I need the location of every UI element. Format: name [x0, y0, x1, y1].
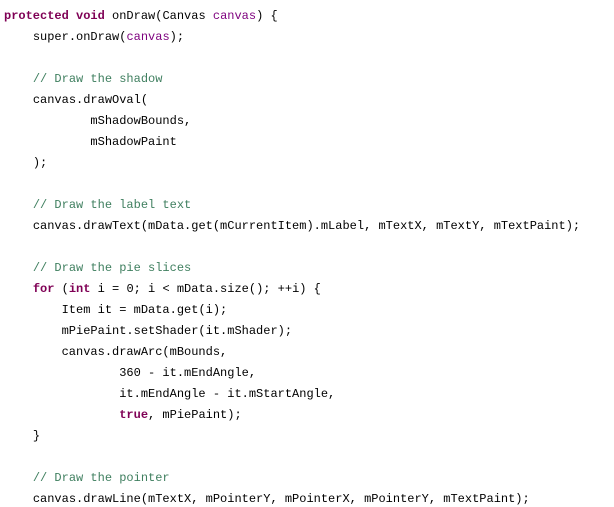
- kw-protected: protected: [4, 9, 69, 23]
- drawoval-call: canvas.drawOval(: [33, 93, 148, 107]
- kw-for: for: [33, 282, 55, 296]
- drawoval-arg1: mShadowBounds,: [90, 114, 191, 128]
- super-arg: canvas: [126, 30, 169, 44]
- drawarc-open: canvas.drawArc(mBounds,: [62, 345, 228, 359]
- super-kw: super: [33, 30, 69, 44]
- param-type: Canvas: [162, 9, 205, 23]
- for-rest: i = 0; i < mData.size(); ++i) {: [98, 282, 321, 296]
- kw-true: true: [119, 408, 148, 422]
- comment-shadow: // Draw the shadow: [33, 72, 163, 86]
- comment-label: // Draw the label text: [33, 198, 191, 212]
- super-method: onDraw: [76, 30, 119, 44]
- param-name: canvas: [213, 9, 256, 23]
- item-type: Item: [62, 303, 91, 317]
- comment-slices: // Draw the pie slices: [33, 261, 191, 275]
- setshader-line: mPiePaint.setShader(it.mShader);: [62, 324, 292, 338]
- arc-arg2: it.mEndAngle - it.mStartAngle,: [119, 387, 335, 401]
- comment-pointer: // Draw the pointer: [33, 471, 170, 485]
- arc-arg1: 360 - it.mEndAngle,: [119, 366, 256, 380]
- drawline-line: canvas.drawLine(mTextX, mPointerY, mPoin…: [33, 492, 530, 506]
- drawoval-arg2: mShadowPaint: [90, 135, 176, 149]
- arc-rest: , mPiePaint);: [148, 408, 242, 422]
- kw-void: void: [76, 9, 105, 23]
- drawtext-line: canvas.drawText(mData.get(mCurrentItem).…: [33, 219, 580, 233]
- kw-int: int: [69, 282, 91, 296]
- brace-close-loop: }: [33, 429, 40, 443]
- code-block: protected void onDraw(Canvas canvas) { s…: [0, 0, 614, 507]
- item-assign: it = mData.get(i);: [90, 303, 227, 317]
- method-name: onDraw: [112, 9, 155, 23]
- close-paren-1: );: [33, 156, 47, 170]
